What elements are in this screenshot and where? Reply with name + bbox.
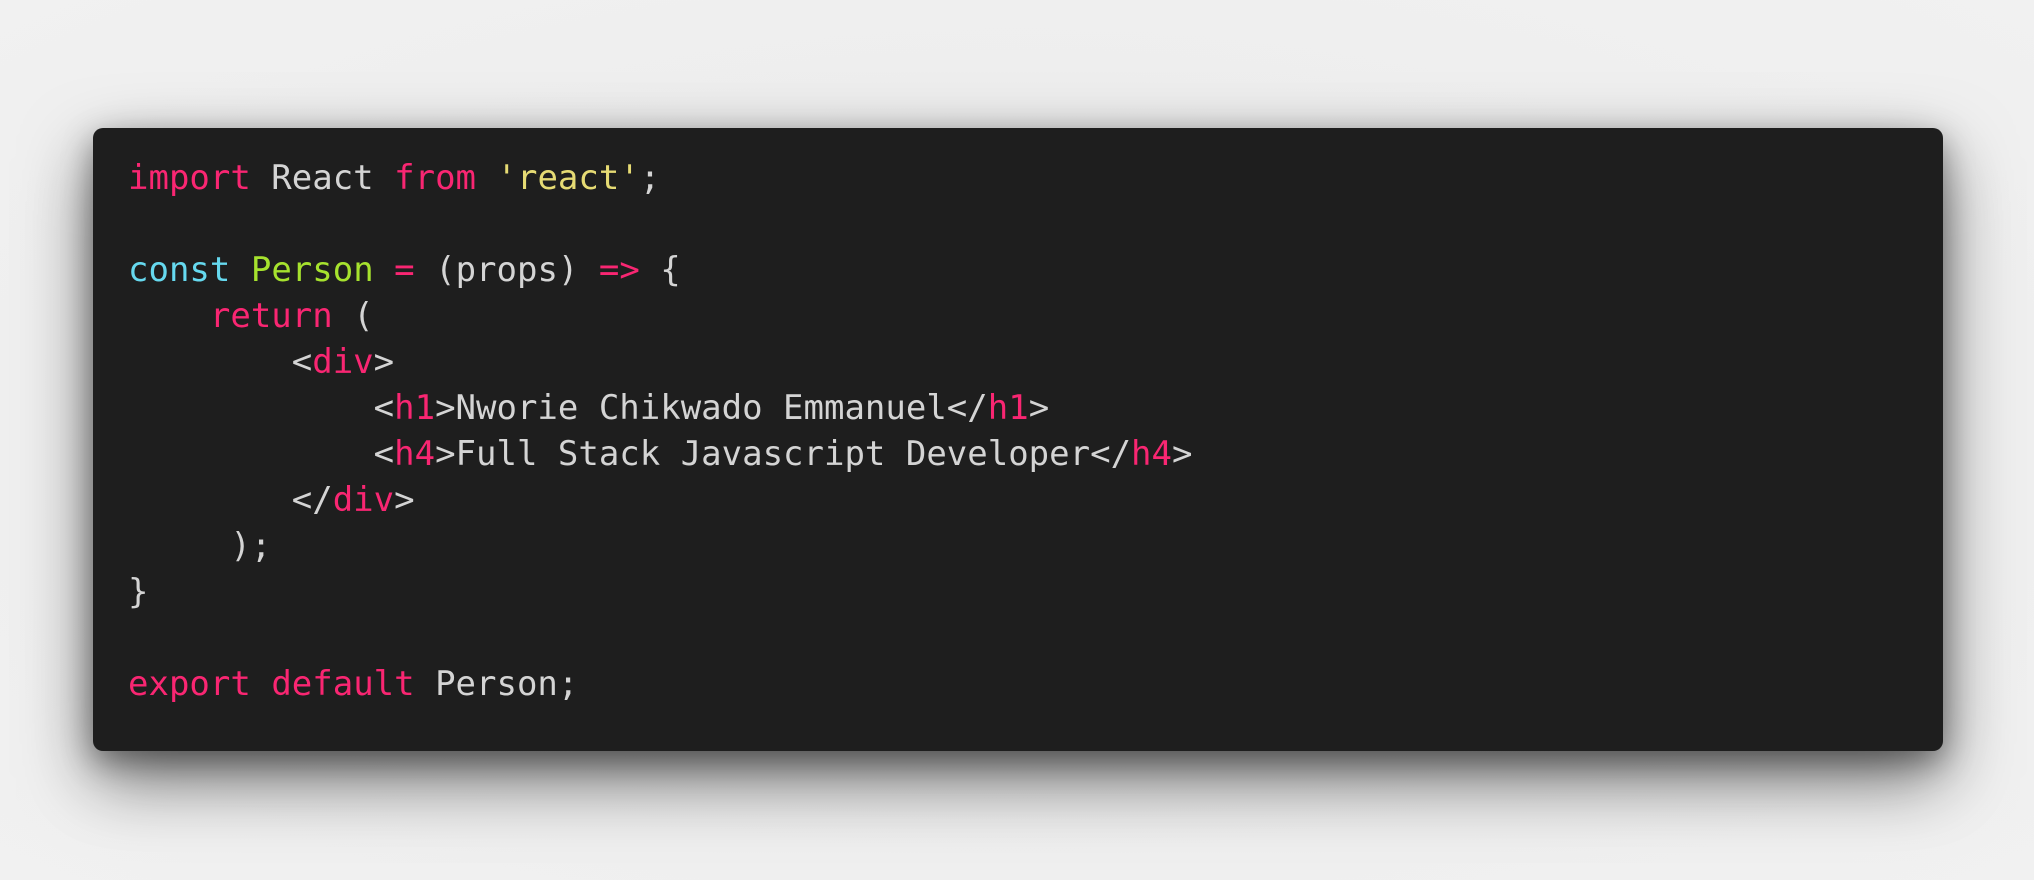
code-token-keyword: div [332,480,395,520]
code-token-string: 'react' [496,158,640,198]
code-token-plain: > [1028,388,1050,428]
code-token-keyword: h1 [394,388,436,428]
code-token-plain: > [1172,434,1193,474]
code-line-10: } [128,569,1908,615]
code-token-keyword: return [209,296,333,336]
code-token-plain: } [128,572,149,612]
code-token-plain: >Full Stack Javascript Developer</ [435,434,1132,474]
code-token-keyword: default [271,664,415,704]
code-block[interactable]: import React from 'react'; const Person =… [128,155,1908,707]
code-token-plain: < [128,434,395,474]
code-token-plain: </ [128,480,333,520]
code-token-keyword: = [394,250,415,290]
code-token-plain: { [639,250,681,290]
code-line-6: <h1>Nworie Chikwado Emmanuel</h1> [128,385,1908,431]
code-token-keyword: h1 [987,388,1029,428]
code-line-7: <h4>Full Stack Javascript Developer</h4> [128,431,1908,477]
code-line-3: const Person = (props) => { [128,247,1908,293]
code-token-plain: ( [332,296,374,336]
code-token-plain: < [128,342,313,382]
code-line-8: </div> [128,477,1908,523]
code-token-plain: (props) [414,250,599,290]
code-token-keyword: h4 [394,434,436,474]
code-line-9: ); [128,523,1908,569]
code-token-keyword: h4 [1131,434,1172,474]
code-token-plain: < [128,388,395,428]
code-token-plain: >Nworie Chikwado Emmanuel</ [435,388,988,428]
code-line-5: <div> [128,339,1908,385]
code-line-12: export default Person; [128,661,1908,707]
code-line-1: import React from 'react'; [128,155,1908,201]
code-token-plain: React [250,158,395,198]
code-token-plain: ; [639,158,661,198]
code-token-entity: Person [250,250,374,290]
code-token-storage: const [128,250,231,290]
code-token-keyword: export [128,664,251,704]
code-line-4: return ( [128,293,1908,339]
code-snippet-window: import React from 'react'; const Person =… [93,128,1943,751]
code-token-keyword: div [312,342,374,382]
code-token-plain: > [373,342,395,382]
code-token-plain: ); [128,526,272,566]
code-token-keyword: from [394,158,477,198]
code-token-keyword: => [598,250,640,290]
code-token-plain: Person; [414,664,579,704]
code-token-keyword: import [128,158,251,198]
code-token-plain: > [394,480,415,520]
